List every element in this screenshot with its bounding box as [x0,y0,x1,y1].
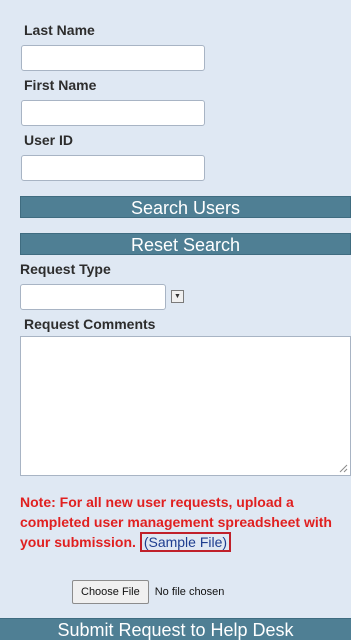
user-id-input[interactable] [21,155,205,181]
search-users-button[interactable]: Search Users [20,196,351,218]
last-name-input[interactable] [21,45,205,71]
sample-file-link[interactable]: (Sample File) [139,532,232,552]
last-name-label: Last Name [24,22,95,38]
request-type-label: Request Type [20,261,111,277]
reset-search-button[interactable]: Reset Search [20,233,351,255]
file-status-text: No file chosen [154,586,225,598]
upload-note: Note: For all new user requests, upload … [20,492,340,552]
dropdown-arrow-icon[interactable]: ▼ [171,290,184,303]
first-name-label: First Name [24,77,97,93]
file-upload-row: Choose File No file chosen [72,580,224,604]
request-form-panel: Last Name First Name User ID Search User… [0,0,351,640]
request-type-select[interactable] [20,284,166,310]
choose-file-button[interactable]: Choose File [72,580,149,604]
request-comments-label: Request Comments [24,316,156,332]
submit-request-button[interactable]: Submit Request to Help Desk [0,618,351,640]
request-comments-textarea[interactable] [20,336,351,476]
first-name-input[interactable] [21,100,205,126]
resize-grip-icon[interactable] [338,463,348,473]
user-id-label: User ID [24,132,74,148]
